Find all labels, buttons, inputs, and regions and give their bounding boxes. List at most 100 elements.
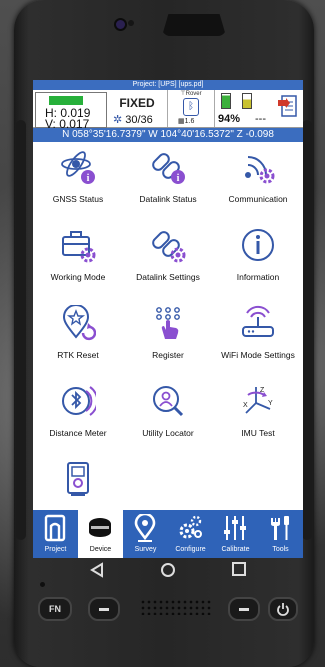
- battery2-icon: [242, 93, 252, 109]
- tile-working-mode[interactable]: Working Mode: [33, 225, 123, 297]
- fix-status: FIXED: [119, 96, 155, 110]
- satellite-icon: ✲: [113, 114, 123, 126]
- export-icon[interactable]: [278, 94, 298, 120]
- android-nav: [40, 560, 300, 584]
- tile-label: Communication: [228, 194, 288, 204]
- side-grip-right: [302, 120, 312, 540]
- precision-panel[interactable]: H: 0.019 V: 0.017: [35, 92, 107, 131]
- nav-device[interactable]: Device: [78, 510, 123, 558]
- nav-survey[interactable]: Survey: [123, 510, 168, 558]
- microphone: [40, 582, 45, 587]
- axis-rotate-icon: Z X Y: [243, 387, 273, 414]
- bluetooth-icon: ᛒ: [183, 98, 199, 116]
- speaker-grille: [140, 599, 212, 615]
- grid-icon: ▦: [178, 118, 185, 125]
- right-soft-key[interactable]: [228, 597, 260, 621]
- sliders-icon: [224, 516, 246, 540]
- tile-label: Register: [152, 350, 184, 360]
- tile-communication[interactable]: Communication: [213, 147, 303, 219]
- battery-panel[interactable]: 94% ---: [215, 90, 277, 127]
- bottom-nav: Project Device Survey Configure Calibrat…: [33, 510, 303, 558]
- power-key[interactable]: [268, 597, 298, 621]
- nav-label: Tools: [272, 546, 289, 553]
- fn-key[interactable]: FN: [38, 597, 72, 621]
- bluetooth-meter-icon: [62, 386, 96, 416]
- receiver-icon: [89, 518, 111, 537]
- tile-gnss-status[interactable]: i GNSS Status: [33, 147, 123, 219]
- pin-reset-icon: [62, 305, 96, 341]
- earpiece: [162, 14, 226, 36]
- tile-datalink-settings[interactable]: Datalink Settings: [123, 225, 213, 297]
- search-person-icon: [153, 386, 184, 417]
- nav-label: Configure: [175, 546, 206, 553]
- tile-information[interactable]: Information: [213, 225, 303, 297]
- rover-panel[interactable]: ⊤Rover ᛒ ▦1.6: [168, 90, 215, 127]
- tile-datalink-status[interactable]: i Datalink Status: [123, 147, 213, 219]
- nav-label: Project: [44, 546, 67, 553]
- tile-rtk-reset[interactable]: RTK Reset: [33, 303, 123, 375]
- left-soft-key[interactable]: [88, 597, 120, 621]
- total-station-icon: [67, 462, 89, 496]
- svg-text:i: i: [87, 173, 90, 184]
- tile-label: Utility Locator: [142, 428, 194, 438]
- tools-icon: [271, 516, 289, 540]
- svg-text:i: i: [177, 173, 180, 184]
- nav-project[interactable]: Project: [33, 510, 78, 558]
- hardware-keys: FN: [30, 592, 300, 622]
- tile-total-station[interactable]: [33, 459, 123, 511]
- tile-label: WiFi Mode Settings: [221, 350, 295, 360]
- nav-calibrate[interactable]: Calibrate: [213, 510, 258, 558]
- signal-settings-icon: [245, 156, 275, 184]
- minus-icon: [239, 608, 249, 611]
- rover-label: Rover: [185, 91, 202, 97]
- home-icon[interactable]: [160, 562, 176, 578]
- project-icon: [44, 514, 66, 542]
- recent-apps-icon[interactable]: [232, 562, 246, 576]
- front-camera: [114, 18, 127, 31]
- tile-label: Datalink Status: [139, 194, 197, 204]
- nav-configure[interactable]: Configure: [168, 510, 213, 558]
- back-icon[interactable]: [90, 562, 104, 578]
- project-title: Project: [UPS] [ups.pd]: [33, 80, 303, 90]
- nav-label: Device: [89, 546, 112, 553]
- tile-distance-meter[interactable]: Distance Meter: [33, 381, 123, 453]
- tile-label: Information: [236, 272, 280, 282]
- nav-label: Calibrate: [221, 546, 250, 553]
- tile-label: IMU Test: [241, 428, 275, 438]
- minus-icon: [99, 608, 109, 611]
- sensor: [128, 20, 134, 26]
- coordinate-readout: N 058°35'16.7379" W 104°40'16.5372" Z -0…: [33, 128, 303, 142]
- router-icon: [242, 306, 274, 337]
- tile-label: GNSS Status: [52, 194, 104, 204]
- info-icon: [242, 229, 274, 261]
- satellite-count: 30/36: [125, 114, 153, 126]
- battery2-status: ---: [255, 113, 266, 125]
- tile-label: Distance Meter: [49, 428, 107, 438]
- rover-label-wrap: ⊤Rover: [168, 90, 214, 97]
- nav-label: Survey: [134, 546, 157, 553]
- dop-value: 1.6: [184, 118, 195, 125]
- nav-tools[interactable]: Tools: [258, 510, 303, 558]
- tile-imu-test[interactable]: Z X Y IMU Test: [213, 381, 303, 453]
- satellite-info-icon: i: [61, 151, 95, 184]
- precision-indicator: [49, 96, 83, 105]
- status-bar: H: 0.019 V: 0.017 FIXED ✲ 30/36 ⊤Rover ᛒ …: [33, 90, 303, 131]
- tile-label: Working Mode: [50, 272, 106, 282]
- tile-label: Datalink Settings: [136, 272, 200, 282]
- side-grip-left: [16, 120, 26, 540]
- dop-wrap: ▦1.6: [178, 117, 194, 125]
- screen: Project: [UPS] [ups.pd] H: 0.019 V: 0.01…: [33, 80, 303, 558]
- solution-panel[interactable]: FIXED ✲ 30/36: [107, 90, 168, 127]
- gears-icon: [179, 515, 202, 539]
- battery-icon: [221, 93, 231, 109]
- link-settings-icon: [152, 231, 186, 263]
- tile-register[interactable]: Register: [123, 303, 213, 375]
- tile-label: RTK Reset: [57, 350, 99, 360]
- link-info-icon: i: [152, 153, 185, 184]
- keypad-touch-icon: [156, 307, 180, 339]
- location-icon: [134, 514, 156, 542]
- toolbox-settings-icon: [62, 231, 96, 263]
- tile-utility-locator[interactable]: Utility Locator: [123, 381, 213, 453]
- satellite-count-wrap: ✲ 30/36: [113, 113, 153, 126]
- tile-wifi-mode-settings[interactable]: WiFi Mode Settings: [213, 303, 303, 375]
